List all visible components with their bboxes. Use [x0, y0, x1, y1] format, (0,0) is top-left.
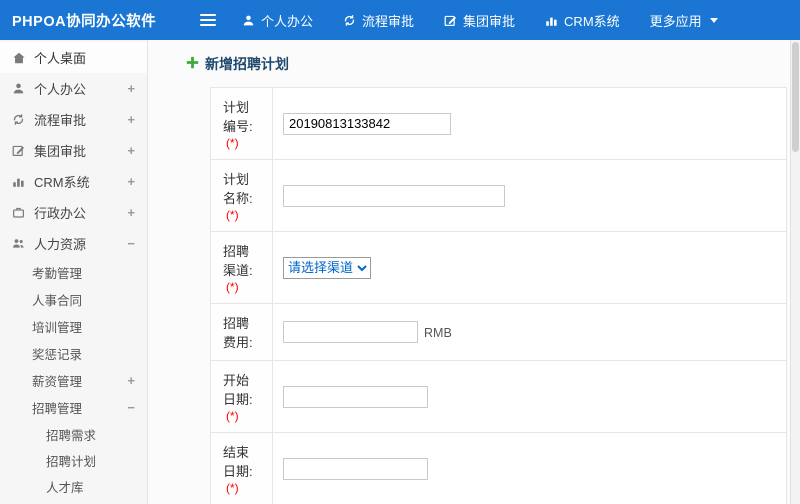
- recruitment-plan-form: 计划编号:(*) 计划名称:(*) 招聘渠道:(*) 请选择渠道 招聘费用: R…: [210, 87, 787, 504]
- sidebar-item-recruitment[interactable]: 招聘管理 −: [0, 394, 147, 421]
- field-label-start-date: 开始日期:(*): [210, 360, 273, 433]
- sidebar-item-hr-contract[interactable]: 人事合同: [0, 286, 147, 313]
- main-content: 新增招聘计划 计划编号:(*) 计划名称:(*) 招聘渠道:(*) 请选择渠道 …: [148, 40, 800, 504]
- start-date-input[interactable]: [283, 385, 428, 408]
- scrollbar-thumb[interactable]: [792, 42, 799, 152]
- sidebar-item-recruitment-demand[interactable]: 招聘需求: [0, 421, 147, 447]
- app-title: PHPOA协同办公软件: [12, 13, 157, 30]
- end-date-input[interactable]: [283, 457, 428, 480]
- sidebar-item-rewards[interactable]: 奖惩记录: [0, 340, 147, 367]
- sidebar-item-salary[interactable]: 薪资管理 +: [0, 367, 147, 394]
- sidebar-item-training[interactable]: 培训管理: [0, 313, 147, 340]
- sidebar-item-talent-pool[interactable]: 人才库: [0, 473, 147, 499]
- field-label-plan-name: 计划名称:(*): [210, 159, 273, 232]
- sidebar: 个人桌面 个人办公 + 流程审批 + 集团审批 + CRM系统 + 行政办公 +: [0, 40, 148, 504]
- sidebar-item-admin-office[interactable]: 行政办公 +: [0, 197, 147, 228]
- sidebar-item-attendance[interactable]: 考勤管理: [0, 259, 147, 286]
- table-row: 结束日期:(*): [210, 432, 787, 504]
- bar-chart-icon: [545, 14, 558, 27]
- flow-icon: [12, 113, 34, 126]
- chevron-down-icon: [709, 17, 718, 23]
- sidebar-item-desktop[interactable]: 个人桌面: [0, 42, 147, 73]
- plan-name-input[interactable]: [283, 184, 505, 207]
- table-row: 计划编号:(*): [210, 87, 787, 160]
- table-row: 招聘渠道:(*) 请选择渠道: [210, 231, 787, 304]
- briefcase-icon: [12, 206, 34, 219]
- person-icon: [242, 14, 255, 27]
- page-title: 新增招聘计划: [186, 54, 800, 74]
- edit-icon: [444, 14, 457, 27]
- field-label-plan-number: 计划编号:(*): [210, 87, 273, 160]
- table-row: 招聘费用: RMB: [210, 303, 787, 361]
- nav-personal-office[interactable]: 个人办公: [242, 11, 313, 30]
- table-row: 计划名称:(*): [210, 159, 787, 232]
- sidebar-item-human-resources[interactable]: 人力资源 −: [0, 228, 147, 259]
- edit-icon: [12, 144, 34, 157]
- add-icon: [186, 56, 199, 72]
- sidebar-item-group-approval[interactable]: 集团审批 +: [0, 135, 147, 166]
- scrollbar[interactable]: [790, 40, 800, 504]
- top-navigation: 个人办公 流程审批 集团审批 CRM系统 更多应用: [242, 11, 718, 30]
- plan-number-input[interactable]: [283, 112, 451, 135]
- field-label-channel: 招聘渠道:(*): [210, 231, 273, 304]
- topbar: PHPOA协同办公软件 个人办公 流程审批 集团审批 CRM系统 更多应用: [0, 0, 800, 40]
- bar-chart-icon: [12, 175, 34, 188]
- nav-more-apps[interactable]: 更多应用: [650, 11, 718, 30]
- person-icon: [12, 82, 34, 95]
- sidebar-item-recruitment-plan[interactable]: 招聘计划: [0, 447, 147, 473]
- field-label-cost: 招聘费用:: [210, 303, 273, 361]
- sidebar-item-personal-office[interactable]: 个人办公 +: [0, 73, 147, 104]
- channel-select[interactable]: 请选择渠道: [283, 256, 371, 279]
- field-label-end-date: 结束日期:(*): [210, 432, 273, 504]
- table-row: 开始日期:(*): [210, 360, 787, 433]
- menu-icon[interactable]: [198, 7, 218, 33]
- nav-crm-system[interactable]: CRM系统: [545, 11, 620, 30]
- cost-input[interactable]: [283, 321, 418, 343]
- nav-group-approval[interactable]: 集团审批: [444, 11, 515, 30]
- sidebar-item-crm-system[interactable]: CRM系统 +: [0, 166, 147, 197]
- home-icon: [12, 51, 34, 65]
- users-icon: [12, 237, 34, 250]
- flow-icon: [343, 14, 356, 27]
- nav-workflow-approval[interactable]: 流程审批: [343, 11, 414, 30]
- currency-suffix: RMB: [424, 325, 452, 340]
- sidebar-item-workflow-approval[interactable]: 流程审批 +: [0, 104, 147, 135]
